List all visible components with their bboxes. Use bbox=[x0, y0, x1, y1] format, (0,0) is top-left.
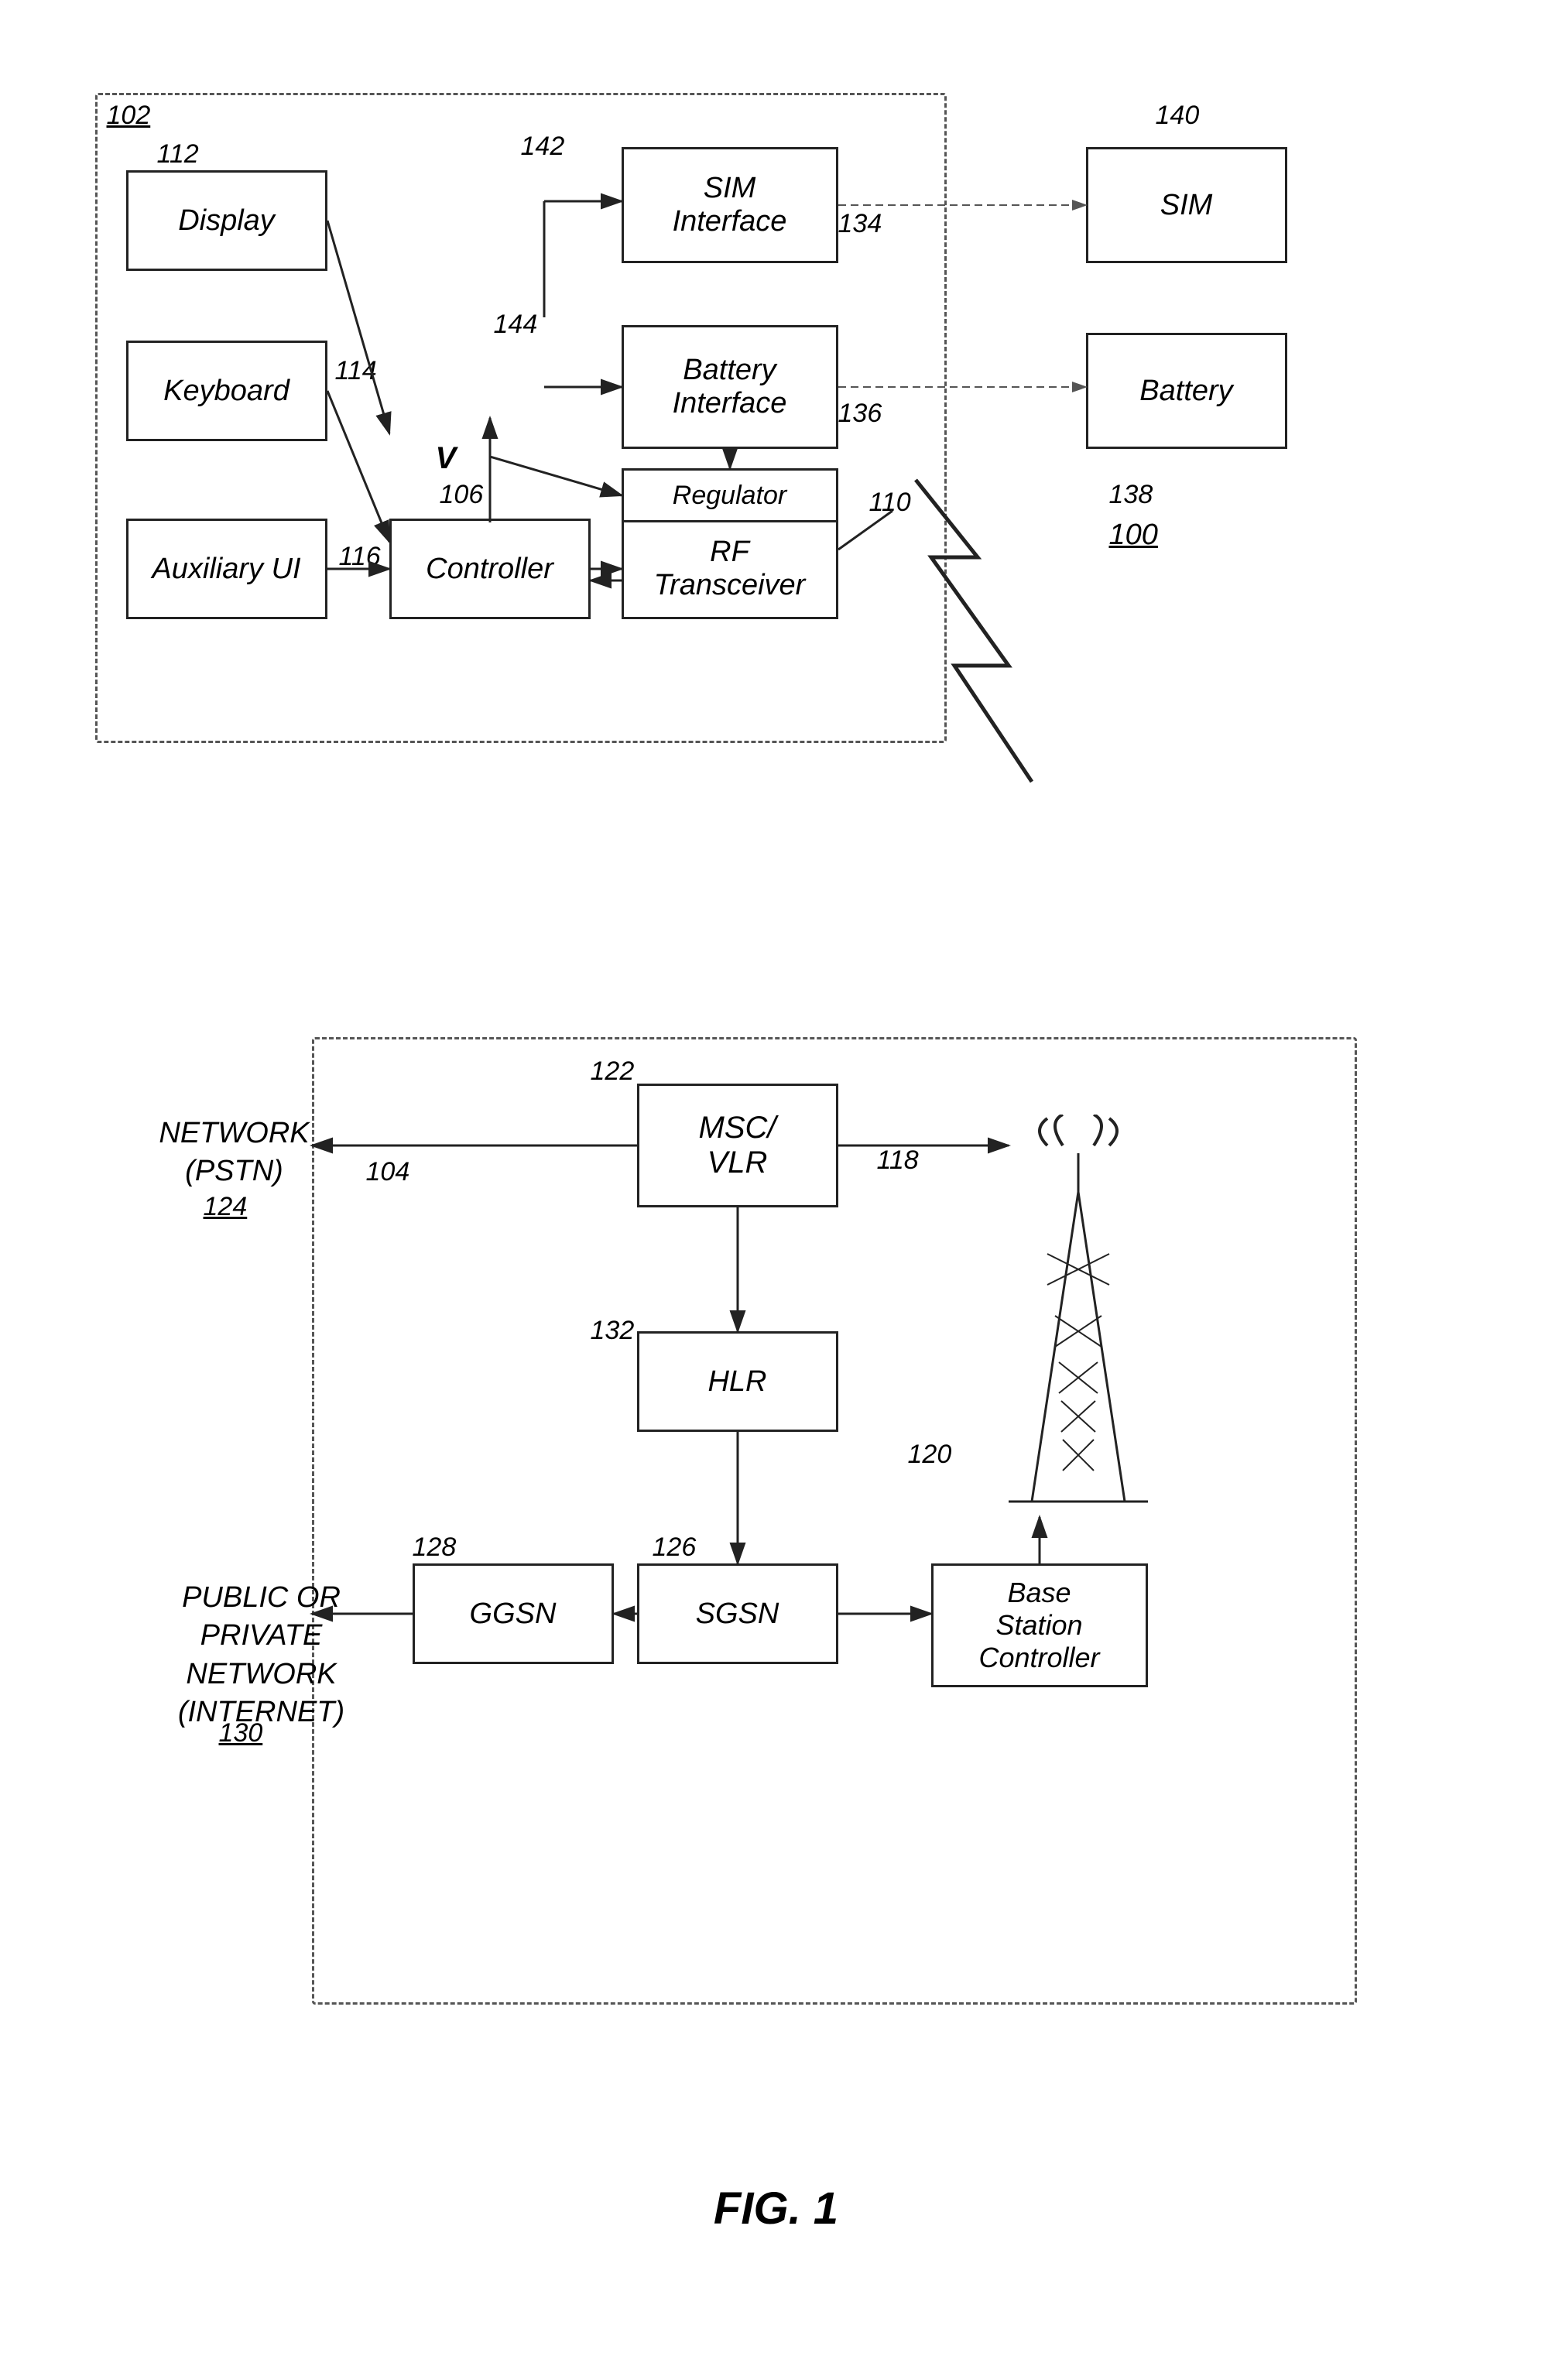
ref-138: 138 bbox=[1109, 480, 1153, 510]
ref-112: 112 bbox=[157, 139, 199, 170]
ref-116: 116 bbox=[339, 542, 381, 572]
hlr-block: HLR bbox=[637, 1331, 838, 1432]
display-block: Display bbox=[126, 170, 327, 271]
ref-134: 134 bbox=[838, 209, 882, 239]
ref-100: 100 bbox=[1109, 519, 1158, 552]
ref-142: 142 bbox=[521, 132, 565, 162]
tower-svg bbox=[1001, 1115, 1156, 1563]
v-label: V bbox=[436, 441, 457, 476]
public-private-label: PUBLIC OR PRIVATE NETWORK (INTERNET) bbox=[157, 1579, 366, 1732]
ref-122: 122 bbox=[591, 1056, 635, 1087]
ref-124: 124 bbox=[204, 1192, 248, 1222]
fig-label: FIG. 1 bbox=[714, 2183, 838, 2234]
ref-140: 140 bbox=[1156, 101, 1200, 131]
sgsn-block: SGSN bbox=[637, 1563, 838, 1664]
ref-102: 102 bbox=[107, 101, 151, 131]
ref-118: 118 bbox=[877, 1145, 919, 1176]
msc-vlr-block: MSC/ VLR bbox=[637, 1084, 838, 1207]
sim-box: SIM bbox=[1086, 147, 1287, 263]
aux-ui-block: Auxiliary UI bbox=[126, 519, 327, 619]
ref-128: 128 bbox=[413, 1532, 457, 1563]
ref-106: 106 bbox=[440, 480, 484, 510]
page-container: 102 Display 112 Keyboard 114 Auxiliary U… bbox=[0, 0, 1552, 2380]
ggsn-block: GGSN bbox=[413, 1563, 614, 1664]
base-station-block: Base Station Controller bbox=[931, 1563, 1148, 1687]
ref-136: 136 bbox=[838, 399, 882, 429]
ref-114: 114 bbox=[335, 356, 377, 386]
ref-144: 144 bbox=[494, 310, 538, 340]
ref-132: 132 bbox=[591, 1316, 635, 1346]
keyboard-block: Keyboard bbox=[126, 341, 327, 441]
battery-interface-block: Battery Interface bbox=[622, 325, 838, 449]
ref-126: 126 bbox=[653, 1532, 697, 1563]
ref-110: 110 bbox=[869, 488, 911, 518]
sim-interface-block: SIM Interface bbox=[622, 147, 838, 263]
controller-block: Controller bbox=[389, 519, 591, 619]
diagram2: MSC/ VLR 122 HLR 132 GGSN 128 SGSN 126 B… bbox=[157, 1037, 1396, 2121]
rf-transceiver-block: RF Transceiver bbox=[622, 519, 838, 619]
ref-104: 104 bbox=[366, 1157, 410, 1187]
battery-box: Battery bbox=[1086, 333, 1287, 449]
ref-120: 120 bbox=[908, 1440, 952, 1470]
network-pstn-label: NETWORK (PSTN) bbox=[157, 1115, 312, 1191]
diagram1: 102 Display 112 Keyboard 114 Auxiliary U… bbox=[80, 46, 1473, 975]
ref-130: 130 bbox=[219, 1718, 263, 1748]
regulator-block: Regulator bbox=[622, 468, 838, 522]
